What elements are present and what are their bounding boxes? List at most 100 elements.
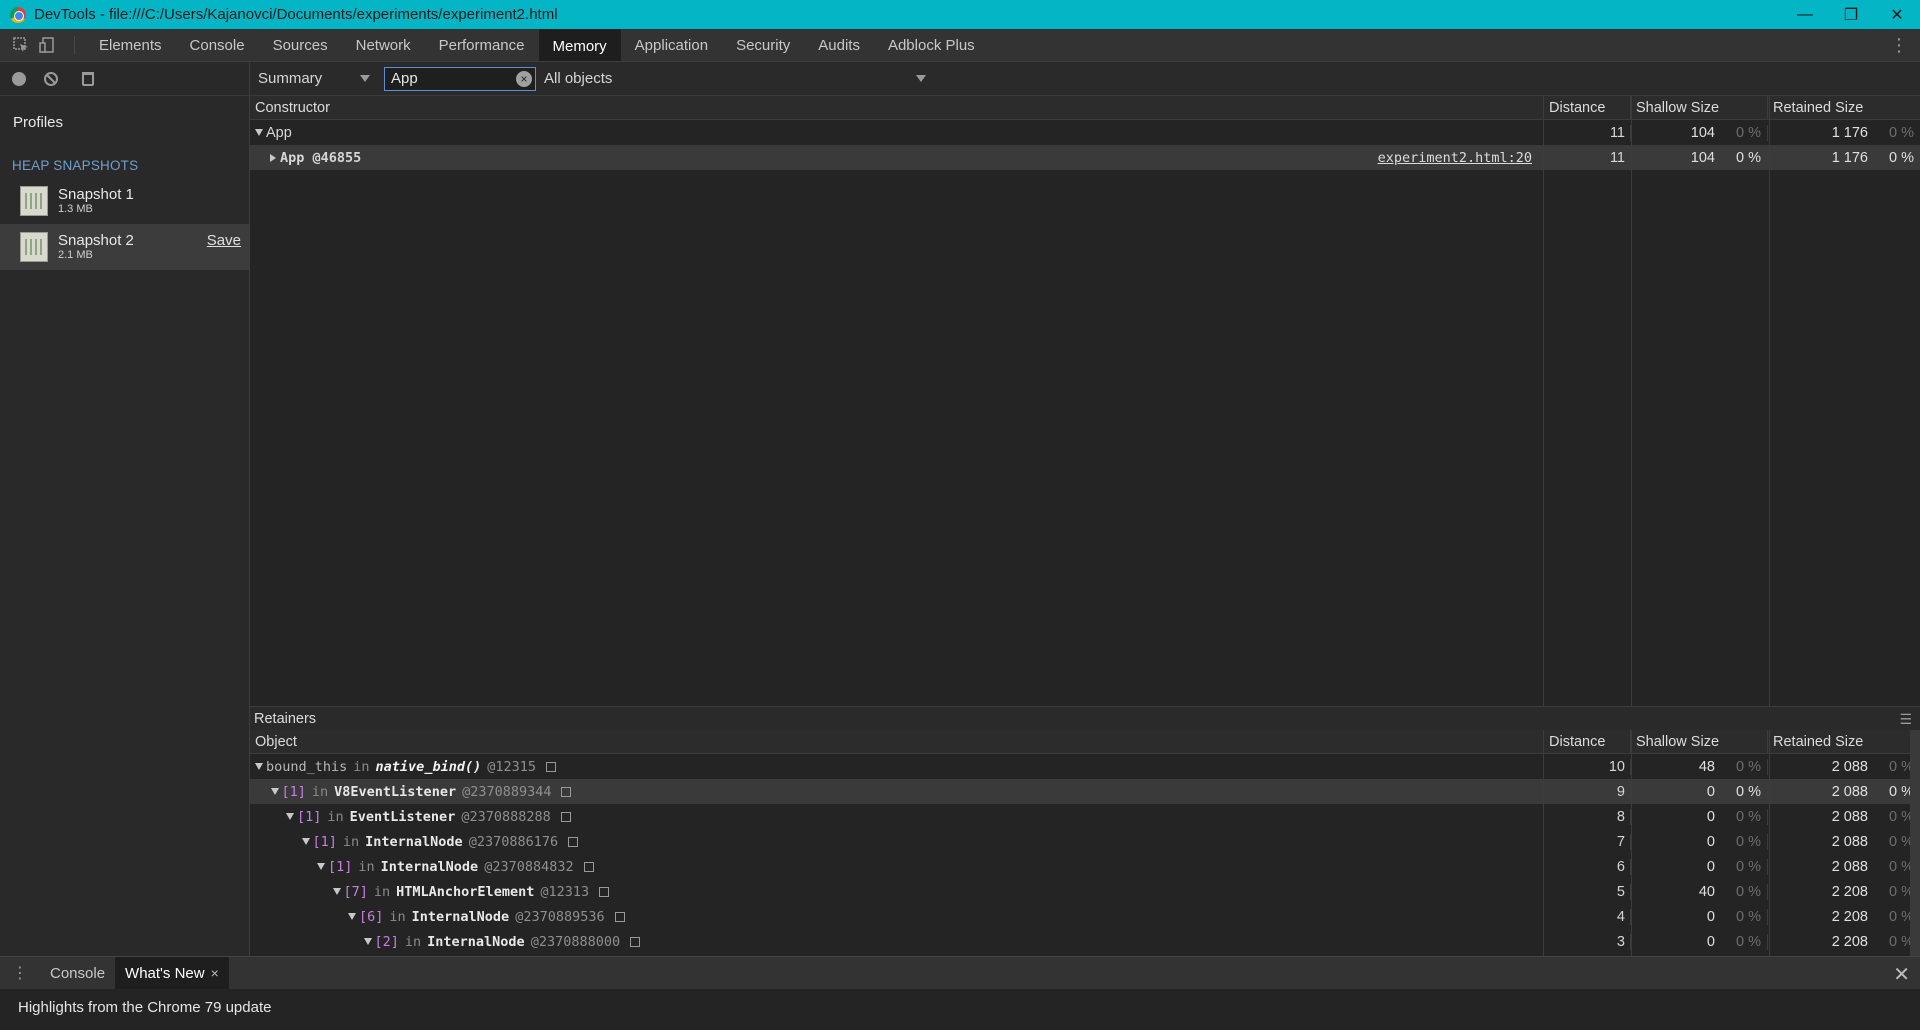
table-row[interactable]: App 11 104 0 % 1 176 0 % [250,120,1920,145]
store-global-icon[interactable] [630,936,641,947]
shallow-size-cell: 104 [1690,124,1715,141]
hamburger-icon[interactable]: ☰ [1899,711,1912,728]
objects-select[interactable]: All objects [544,70,926,87]
expand-triangle-icon[interactable] [286,813,294,820]
object-header[interactable]: Object [250,730,1543,753]
class-filter-input[interactable]: App × [384,66,536,91]
close-drawer-icon[interactable]: ✕ [1893,962,1910,987]
heap-filter-bar: Summary App × All objects [250,62,1920,96]
shallow-size-header[interactable]: Shallow Size [1630,96,1767,119]
more-options-icon[interactable]: ⋮ [1890,35,1908,55]
tab-application[interactable]: Application [621,29,722,61]
retained-size-cell: 1 176 [1831,149,1868,166]
store-global-icon[interactable] [560,811,571,822]
store-global-icon[interactable] [599,886,610,897]
source-link[interactable]: experiment2.html:20 [1378,150,1532,166]
retainers-scrollbar[interactable] [1910,730,1920,956]
expand-triangle-icon[interactable] [255,129,263,136]
snapshot-size: 1.3 MB [58,203,93,215]
tab-audits[interactable]: Audits [804,29,874,61]
tab-memory[interactable]: Memory [538,29,621,61]
tab-network[interactable]: Network [342,29,425,61]
tab-elements[interactable]: Elements [85,29,176,61]
shallow-size-header[interactable]: Shallow Size [1630,730,1767,753]
drawer-tab-whats-new[interactable]: What's New × [115,957,229,989]
retainer-row[interactable]: [6] in InternalNode @2370889536 4 0 0 % 2 208 0 … [250,904,1920,929]
retained-size-header[interactable]: Retained Size [1767,730,1920,753]
save-snapshot-link[interactable]: Save [207,232,241,249]
retainer-row[interactable]: [1] in EventListener @2370888288 8 0 0 % 2 088 0… [250,804,1920,829]
retainer-id: @2370889536 [515,908,605,925]
retainer-key: [2] [374,933,399,950]
retained-size-cell: 2 208 [1831,883,1868,900]
clear-filter-icon[interactable]: × [516,70,532,87]
retainer-id: @12313 [540,883,590,900]
store-global-icon[interactable] [568,836,579,847]
close-window-button[interactable]: ✕ [1874,0,1920,29]
retainers-grid: Object Distance Shallow Size Retained Si… [250,730,1920,956]
window-title: DevTools - file:///C:/Users/Kajanovci/Do… [34,6,558,23]
expand-triangle-icon[interactable] [255,763,263,770]
retained-size-cell: 2 088 [1831,783,1868,800]
store-global-icon[interactable] [546,761,556,772]
inspect-element-icon[interactable] [8,29,34,61]
profile-tools [0,62,249,96]
retainer-row[interactable]: [7] in HTMLAnchorElement @12313 5 40 0 % 2 208 0… [250,879,1920,904]
expand-triangle-icon[interactable] [301,838,310,845]
shallow-pct-cell: 0 % [1736,783,1761,800]
in-label: in [353,758,370,775]
snapshot-item[interactable]: Snapshot 1 1.3 MB [0,178,249,224]
record-icon[interactable] [12,71,26,86]
expand-triangle-icon[interactable] [363,938,372,945]
snapshot-icon [20,186,48,216]
store-global-icon[interactable] [561,786,572,797]
heap-snapshots-heading: HEAP SNAPSHOTS [12,158,139,173]
tab-security[interactable]: Security [722,29,804,61]
view-select[interactable]: Summary [258,70,370,87]
expand-triangle-icon[interactable] [348,913,356,920]
shallow-pct-cell: 0 % [1736,858,1761,875]
store-global-icon[interactable] [583,861,594,872]
collect-garbage-icon[interactable] [82,71,94,86]
retained-size-header[interactable]: Retained Size [1767,96,1920,119]
constructor-name: App [266,124,292,141]
drawer-tab-console[interactable]: Console [40,957,115,989]
tab-sources[interactable]: Sources [259,29,342,61]
in-label: in [373,883,391,900]
objects-select-value: All objects [544,70,613,87]
expand-triangle-icon[interactable] [317,863,325,870]
retainer-row[interactable]: [2] in InternalNode @2370888000 3 0 0 % 2 208 0 … [250,929,1920,954]
shallow-size-cell: 0 [1706,833,1715,850]
distance-cell: 11 [1543,149,1630,166]
shallow-pct-cell: 0 % [1736,833,1761,850]
window-titlebar: DevTools - file:///C:/Users/Kajanovci/Do… [0,0,1920,29]
retainer-row[interactable]: [1] in V8EventListener @2370889344 9 0 0 % 2 08… [250,779,1920,804]
constructor-header[interactable]: Constructor [250,96,1543,119]
close-tab-icon[interactable]: × [211,965,219,981]
retainer-class: native_bind() [375,758,482,775]
snapshot-item-selected[interactable]: Snapshot 2 2.1 MB Save [0,224,249,270]
retainer-key: [1] [312,833,337,850]
in-label: in [342,833,360,850]
retainer-row[interactable]: [1] in InternalNode @2370886176 7 0 0 % 2 088 0 … [250,829,1920,854]
profiles-label: Profiles [13,114,64,131]
store-global-icon[interactable] [614,911,625,922]
table-row[interactable]: App @46855 experiment2.html:20 11 104 0 %… [250,145,1920,170]
retainer-row[interactable]: [1] in InternalNode @2370884832 6 0 0 % 2 088 0 … [250,854,1920,879]
tab-console[interactable]: Console [176,29,259,61]
minimize-button[interactable]: — [1782,0,1828,29]
in-label: in [327,808,344,825]
drawer-menu-icon[interactable]: ⋮ [0,957,40,989]
restore-button[interactable]: ❐ [1828,0,1874,29]
distance-header[interactable]: Distance [1543,730,1630,753]
in-label: in [389,908,406,925]
tab-performance[interactable]: Performance [425,29,539,61]
clear-all-icon[interactable] [44,71,58,86]
tab-adblock-plus[interactable]: Adblock Plus [874,29,989,61]
distance-header[interactable]: Distance [1543,96,1630,119]
collapsed-triangle-icon[interactable] [270,153,276,162]
expand-triangle-icon[interactable] [270,788,279,795]
retainer-row[interactable]: bound_this in native_bind() @12315 10 48 0 % 2 … [250,754,1920,779]
device-toolbar-icon[interactable] [34,29,60,61]
expand-triangle-icon[interactable] [332,888,341,895]
